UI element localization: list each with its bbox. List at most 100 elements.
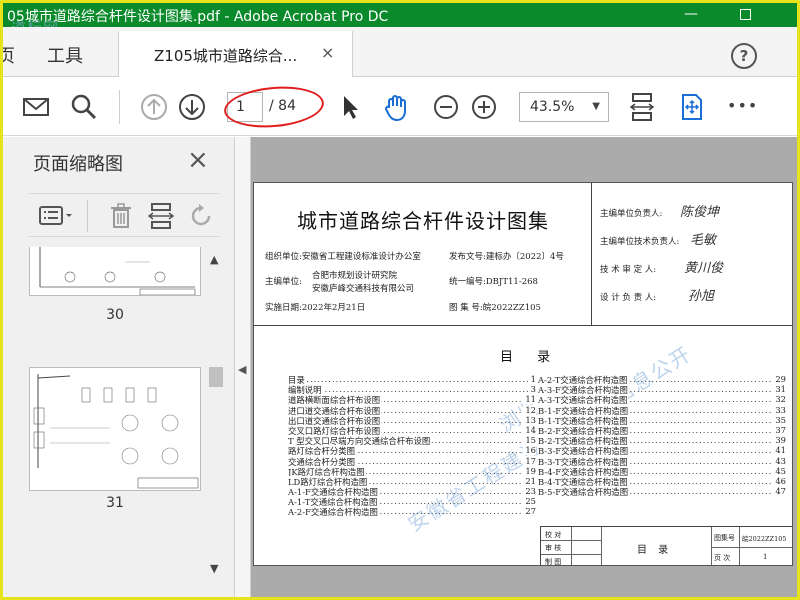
scroll-up-icon[interactable]: ▲ xyxy=(210,253,218,266)
toc-entry-page: 23 xyxy=(523,486,536,497)
panel-tools xyxy=(29,193,219,237)
toc-entry: B-1-F交通综合杆构造图...........................… xyxy=(538,404,786,415)
document-tab[interactable]: Z105城市道路综合... × xyxy=(118,31,353,77)
rotate-icon[interactable] xyxy=(187,202,215,230)
toc-entry-page: 25 xyxy=(523,496,536,507)
org-unit: 组织单位:安徽省工程建设标准设计办公室 xyxy=(265,252,421,262)
toc-entry-page: 11 xyxy=(523,394,536,405)
toc-entry: B-4-T交通综合杆构造图...........................… xyxy=(538,475,786,487)
toc-entry-page: 37 xyxy=(773,424,786,435)
signature: 孙旭 xyxy=(688,289,715,304)
help-icon[interactable]: ? xyxy=(731,43,757,69)
fit-page-icon[interactable] xyxy=(627,92,657,122)
minimize-button[interactable]: — xyxy=(671,3,711,27)
toc-entry: A-1-T交通综合杆构造图...........................… xyxy=(288,496,536,507)
panel-tools-separator xyxy=(87,200,88,232)
toc-entry-title: B-1-F交通综合杆构造图 xyxy=(538,404,630,415)
toc-entry-page: 35 xyxy=(773,414,786,425)
toc-entry: A-1-F交通综合杆构造图...........................… xyxy=(288,486,536,497)
menu-home-partial[interactable]: 页 xyxy=(3,42,15,68)
toc-entry: 进口道交通综合杆布设图.............................… xyxy=(288,404,536,415)
search-icon[interactable] xyxy=(69,92,99,122)
panel-title: 页面缩略图 xyxy=(33,154,123,175)
panel-collapse-handle[interactable]: ◀ xyxy=(235,137,251,597)
scroll-down-icon[interactable]: ▼ xyxy=(210,562,218,575)
maximize-button[interactable] xyxy=(725,3,765,27)
trash-icon[interactable] xyxy=(107,202,135,230)
zoom-level-select[interactable]: 43.5% ▼ xyxy=(519,92,609,122)
toc-entry-title: A-3-T交通综合杆构造图 xyxy=(538,394,629,405)
document-view[interactable]: 城市道路综合杆件设计图集 组织单位:安徽省工程建设标准设计办公室 发布文号:建标… xyxy=(251,137,797,597)
thumbnail-page-30[interactable] xyxy=(29,247,201,296)
toc-left-column: 目录......................................… xyxy=(288,374,536,517)
title-block-name: 目 录 xyxy=(637,545,673,556)
toc-entry-page: 21 xyxy=(523,475,536,486)
title-block-rule xyxy=(601,527,602,565)
issue-number: 发布文号:建标办〔2022〕4号 xyxy=(449,252,564,262)
toc-entry-title: 交叉口路灯综合杆布设图 xyxy=(288,424,382,436)
select-cursor-icon[interactable] xyxy=(335,92,365,122)
signature: 毛敏 xyxy=(690,233,717,248)
atlas-number-value: 皖2022ZZ105 xyxy=(742,535,787,543)
document-tab-label: Z105城市道路综合... xyxy=(154,47,298,65)
full-screen-icon[interactable] xyxy=(677,92,707,122)
thumbnail-scrollbar[interactable]: ▲ ▼ xyxy=(205,247,227,592)
review-label: 审 核 xyxy=(545,544,562,552)
toc-entry-page: 41 xyxy=(773,445,786,456)
zoom-level-value: 43.5% xyxy=(530,99,575,115)
thumbnail-list[interactable]: 30 31 xyxy=(23,247,203,592)
atlas-title: 城市道路综合杆件设计图集 xyxy=(297,209,549,233)
toc-entry-page: 43 xyxy=(773,455,786,466)
toc-entry-title: A-1-F交通综合杆构造图 xyxy=(288,486,379,497)
toc-entry-title: B-3-F交通综合杆构造图 xyxy=(538,445,630,456)
zoom-out-icon[interactable] xyxy=(431,92,461,122)
page-seq-label: 页 次 xyxy=(714,554,731,562)
toc-entry-page: 17 xyxy=(523,455,536,466)
window-title: 05城市道路综合杆件设计图集.pdf - Adobe Acrobat Pro D… xyxy=(7,9,389,25)
toc-entry: A-3-T交通综合杆构造图...........................… xyxy=(538,394,786,405)
title-block-rule xyxy=(711,547,792,548)
draw-label: 制 图 xyxy=(545,558,562,566)
toc-entry-page: 19 xyxy=(523,465,536,476)
previous-page-icon[interactable] xyxy=(139,92,169,122)
toc-entry-page: 1 xyxy=(528,374,536,384)
collapse-left-icon: ◀ xyxy=(238,363,247,376)
toc-entry: B-3-F交通综合杆构造图...........................… xyxy=(538,445,786,456)
signer-role: 主编单位技术负责人: xyxy=(600,237,680,247)
toc-entry-title: B-3-T交通综合杆构造图 xyxy=(538,455,629,466)
thumbnail-drawing xyxy=(33,374,199,489)
toc-entry: B-2-F交通综合杆构造图...........................… xyxy=(538,424,786,436)
toc-entry: 编制说明....................................… xyxy=(288,384,536,395)
thumbnail-page-31[interactable] xyxy=(29,367,201,491)
toc-entry: 出口道交通综合杆布设图.............................… xyxy=(288,414,536,425)
zoom-in-icon[interactable] xyxy=(469,92,499,122)
next-page-icon[interactable] xyxy=(177,92,207,122)
hand-tool-icon[interactable] xyxy=(381,92,411,122)
panel-close-icon[interactable]: × xyxy=(187,145,209,175)
maximize-icon xyxy=(739,9,751,20)
mail-icon[interactable] xyxy=(21,92,51,122)
toc-title: 目 录 xyxy=(500,350,561,365)
toc-entry: B-2-T交通综合杆构造图...........................… xyxy=(538,435,786,446)
toc-entry-title: 路灯综合杆分类图 xyxy=(288,445,356,456)
tab-close-icon[interactable]: × xyxy=(321,43,334,62)
toc-entry: LD路灯综合杆构造图..............................… xyxy=(288,475,536,487)
toc-entry: B-1-T交通综合杆构造图...........................… xyxy=(538,414,786,425)
options-menu-icon[interactable] xyxy=(37,202,77,230)
scrollbar-thumb[interactable] xyxy=(209,367,223,387)
toc-entry-title: 进口道交通综合杆布设图 xyxy=(288,404,382,415)
toc-entry-title: 交通综合杆分类图 xyxy=(288,455,356,466)
toc-entry-page: 13 xyxy=(523,414,536,425)
toc-entry-title: T 型交叉口尽端方向交通综合杆布设图 xyxy=(288,435,432,446)
toc-entry-page: 3 xyxy=(528,384,536,395)
toc-entry: A-2-T交通综合杆构造图...........................… xyxy=(538,374,786,385)
more-tools-icon[interactable]: ••• xyxy=(727,96,758,115)
signatures-box: 主编单位负责人: 陈俊坤 主编单位技术负责人: 毛敏 技 术 审 定 人: 黄川… xyxy=(592,183,792,326)
title-block-rule xyxy=(541,540,601,541)
insert-page-icon[interactable] xyxy=(147,202,175,230)
toolbar-separator xyxy=(119,90,120,124)
toc-entry-title: B-1-T交通综合杆构造图 xyxy=(538,414,629,425)
toc-entry-title: A-2-F交通综合杆构造图 xyxy=(288,506,379,517)
toc-entry-title: LD路灯综合杆构造图 xyxy=(288,475,369,487)
menu-tools[interactable]: 工具 xyxy=(47,42,83,68)
